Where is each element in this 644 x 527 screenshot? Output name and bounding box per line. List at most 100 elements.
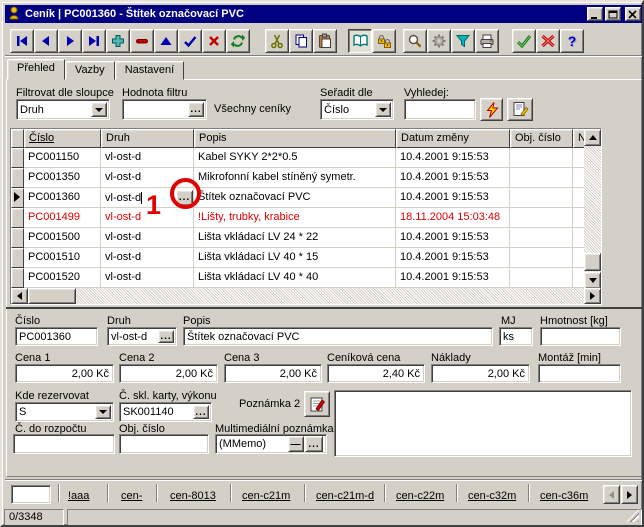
refresh-button[interactable]	[226, 29, 250, 53]
pricelist-tab-cen-c21m-d[interactable]: cen-c21m-d	[316, 490, 374, 502]
scroll-right-button[interactable]	[584, 288, 601, 304]
tab-vazby[interactable]: Vazby	[65, 61, 115, 80]
vertical-scroll-thumb[interactable]	[584, 253, 601, 271]
mmemo-clear-button[interactable]: —	[288, 436, 304, 452]
chevron-down-icon[interactable]	[91, 102, 107, 117]
horizontal-scroll-thumb[interactable]	[28, 288, 76, 304]
table-row[interactable]: PC001510 vl-ost-d Lišta vkládací LV 40 *…	[11, 248, 586, 268]
table-row-selected[interactable]: PC001360 vl-ost-d ... Štítek označovací …	[11, 188, 586, 208]
insert-record-button[interactable]	[106, 29, 130, 53]
mj-label: MJ	[501, 315, 516, 327]
sort-combobox[interactable]: Číslo	[320, 99, 394, 120]
scroll-left-button[interactable]	[11, 288, 28, 304]
kde-rezervovat-combobox[interactable]: S	[15, 402, 114, 422]
search-input[interactable]	[404, 99, 476, 120]
cena3-label: Cena 3	[224, 352, 259, 364]
paste-button[interactable]	[313, 29, 337, 53]
footer-quick-input[interactable]	[11, 485, 51, 504]
cislo-field[interactable]: PC001360	[15, 327, 98, 346]
mmemo-ellipsis-button[interactable]: ...	[305, 436, 323, 452]
scroll-up-button[interactable]	[584, 129, 601, 146]
horizontal-scrollbar[interactable]	[11, 288, 601, 304]
skl-karta-field[interactable]: SK001140 ...	[119, 402, 212, 422]
title-bar[interactable]: Ceník | PC001360 - Štítek označovací PVC	[5, 5, 643, 23]
tabs-scroll-right-button[interactable]	[621, 485, 638, 504]
cut-button[interactable]	[265, 29, 289, 53]
close-button[interactable]	[625, 7, 641, 21]
mj-field[interactable]: ks	[499, 327, 533, 346]
column-header-datum[interactable]: Datum změny	[396, 129, 510, 148]
grid-header-row: Číslo Druh Popis Datum změny Obj. číslo …	[11, 129, 586, 149]
pricelist-tab-aaa[interactable]: !aaa	[68, 490, 89, 502]
cenikova-field[interactable]: 2,40 Kč	[327, 364, 425, 383]
post-edit-button[interactable]	[178, 29, 202, 53]
delete-record-button[interactable]	[130, 29, 154, 53]
popis-field[interactable]: Štítek označovací PVC	[183, 327, 493, 346]
filter-value-ellipsis-button[interactable]: ...	[188, 102, 204, 117]
edit-record-button[interactable]	[154, 29, 178, 53]
poznamka2-note-button[interactable]	[304, 391, 330, 417]
filter-button[interactable]	[451, 29, 475, 53]
splitter[interactable]	[6, 307, 642, 309]
chevron-down-icon[interactable]	[375, 102, 391, 117]
chevron-down-icon[interactable]	[95, 405, 111, 419]
montaz-field[interactable]	[538, 364, 621, 383]
mmemo-field[interactable]: (MMemo) — ...	[215, 434, 327, 454]
scope-label: Všechny ceníky	[214, 103, 291, 115]
obj-cislo-field[interactable]	[119, 434, 209, 454]
cena2-field[interactable]: 2,00 Kč	[119, 364, 218, 383]
cena1-field[interactable]: 2,00 Kč	[15, 364, 114, 383]
filter-column-combobox[interactable]: Druh	[16, 99, 110, 120]
filter-value-input[interactable]: ...	[122, 99, 207, 120]
druh-field[interactable]: vl-ost-d ...	[107, 327, 177, 346]
settings-gear-icon[interactable]	[427, 29, 451, 53]
pricelist-tab-cen-c32m[interactable]: cen-c32m	[468, 490, 516, 502]
pricelist-tab-cen-c22m[interactable]: cen-c22m	[396, 490, 444, 502]
column-header-druh[interactable]: Druh	[101, 129, 194, 148]
scroll-down-button[interactable]	[584, 272, 601, 289]
table-row[interactable]: PC001500 vl-ost-d Lišta vkládací LV 24 *…	[11, 228, 586, 248]
pricelist-tab-cen-8013[interactable]: cen-8013	[170, 490, 216, 502]
pricelist-tab-cen-c36m[interactable]: cen-c36m	[540, 490, 588, 502]
skl-karta-ellipsis-button[interactable]: ...	[193, 405, 209, 419]
lock-data-button[interactable]	[372, 29, 396, 53]
lightning-search-button[interactable]	[480, 98, 503, 121]
pricelist-tab-cen[interactable]: cen-	[121, 490, 142, 502]
filter-column-label: Filtrovat dle sloupce	[16, 87, 114, 99]
status-bar: 0/3348	[4, 507, 644, 526]
column-header-popis[interactable]: Popis	[194, 129, 396, 148]
pricelist-tab-cen-c21m[interactable]: cen-c21m	[242, 490, 290, 502]
prior-record-button[interactable]	[34, 29, 58, 53]
pricelist-grid: Číslo Druh Popis Datum změny Obj. číslo …	[10, 128, 602, 305]
rozpocet-field[interactable]	[13, 434, 115, 454]
first-record-button[interactable]	[10, 29, 34, 53]
column-header-cislo[interactable]: Číslo	[24, 129, 101, 148]
cena3-field[interactable]: 2,00 Kč	[224, 364, 322, 383]
next-record-button[interactable]	[58, 29, 82, 53]
help-button[interactable]: ?	[560, 29, 584, 53]
last-record-button[interactable]	[82, 29, 106, 53]
report-button[interactable]	[507, 98, 533, 121]
vertical-scrollbar[interactable]	[584, 129, 601, 289]
druh-ellipsis-button[interactable]: ...	[158, 330, 174, 343]
poznamka2-textarea[interactable]	[334, 390, 632, 457]
search-button[interactable]	[403, 29, 427, 53]
column-header-obj[interactable]: Obj. číslo	[510, 129, 573, 148]
cancel-edit-button[interactable]	[202, 29, 226, 53]
print-button[interactable]	[475, 29, 499, 53]
maximize-button[interactable]	[605, 7, 621, 21]
browse-mode-button[interactable]	[348, 29, 372, 53]
copy-button[interactable]	[289, 29, 313, 53]
table-row[interactable]: PC001520 vl-ost-d Lišta vkládací LV 40 *…	[11, 268, 586, 288]
tab-nastaveni[interactable]: Nastavení	[115, 61, 185, 80]
storno-button[interactable]	[536, 29, 560, 53]
hmotnost-field[interactable]	[540, 327, 621, 346]
table-row[interactable]: PC001150 vl-ost-d Kabel SYKY 2*2*0.5 10.…	[11, 148, 586, 168]
table-row[interactable]: PC001499 vl-ost-d !Lišty, trubky, krabic…	[11, 208, 586, 228]
tab-prehled[interactable]: Přehled	[7, 59, 65, 80]
naklady-field[interactable]: 2,00 Kč	[431, 364, 530, 383]
table-row[interactable]: PC001350 vl-ost-d Mikrofonní kabel stíně…	[11, 168, 586, 188]
ok-button[interactable]	[512, 29, 536, 53]
minimize-button[interactable]	[587, 7, 603, 21]
tabs-scroll-left-button[interactable]	[603, 485, 620, 504]
